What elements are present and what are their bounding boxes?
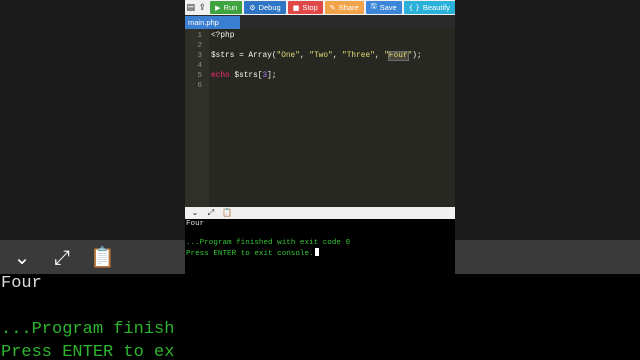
exit-prompt-line: Press ENTER to exit console. [186, 248, 319, 259]
share-button[interactable]: ✎ Share [324, 1, 364, 14]
exit-status-text: ...Program finished with exit code 0 [186, 239, 351, 247]
line-number: 6 [197, 82, 202, 90]
beautify-label: Beautify [422, 3, 450, 12]
save-button[interactable]: 🖫 Save [365, 1, 402, 14]
code-line-1: <?php [211, 31, 234, 41]
toolbar: ▤ ⇪ ▶ Run ⚙ Debug ■ Stop ✎ Share 🖫 Save … [185, 0, 455, 15]
online-ide: ▤ ⇪ ▶ Run ⚙ Debug ■ Stop ✎ Share 🖫 Save … [185, 0, 455, 360]
run-label: Run [223, 3, 238, 12]
upload-icon[interactable]: ⇪ [197, 0, 209, 15]
run-button[interactable]: ▶ Run [210, 1, 243, 14]
backdrop-finished-text: ...Program finish [1, 320, 175, 339]
save-label: Save [379, 3, 397, 12]
clipboard-icon[interactable]: 📋 [221, 207, 233, 219]
php-open-tag: <?php [211, 32, 235, 40]
share-label: Share [338, 3, 359, 12]
separator: , [374, 52, 385, 60]
chevron-down-icon[interactable]: ⌄ [189, 207, 201, 219]
save-icon: 🖫 [370, 2, 377, 10]
backdrop-output-text: Four [1, 274, 42, 293]
line-number: 3 [197, 52, 202, 60]
file-tab-bar: main.php [185, 15, 455, 29]
backdrop-prompt-text: Press ENTER to ex [1, 343, 175, 360]
debug-label: Debug [258, 3, 281, 12]
string-one: "One" [276, 52, 300, 60]
debug-button[interactable]: ⚙ Debug [244, 1, 286, 14]
array-assignment: $strs = Array( [211, 52, 277, 60]
code-line-5: echo $strs[3]; [211, 71, 277, 81]
tab-main-php[interactable]: main.php [185, 16, 240, 29]
expand-icon: ⤢ [54, 245, 70, 269]
stop-label: Stop [302, 3, 318, 12]
file-icon[interactable]: ▤ [185, 0, 197, 15]
output-console[interactable]: Four ...Program finished with exit code … [185, 219, 455, 360]
share-icon: ✎ [329, 3, 336, 12]
line-number: 2 [197, 42, 202, 50]
line-number-gutter: 1 2 3 4 5 6 [185, 29, 209, 207]
text-cursor [314, 248, 319, 256]
braces-icon: { } [408, 3, 420, 12]
string-four-selected: Four [387, 51, 409, 61]
access-close: ]; [267, 72, 277, 80]
separator: , [332, 52, 343, 60]
clipboard-icon: 📋 [90, 245, 115, 269]
line-number: 5 [197, 72, 202, 80]
exit-prompt-text: Press ENTER to exit console. [186, 250, 314, 258]
bug-icon: ⚙ [249, 3, 256, 12]
stop-button[interactable]: ■ Stop [287, 1, 323, 14]
string-two: "Two" [309, 52, 333, 60]
console-split-bar[interactable]: ⌄ ⤢ 📋 [185, 207, 455, 219]
separator: , [299, 52, 310, 60]
array-access: $strs[ [229, 72, 263, 80]
play-icon: ▶ [215, 3, 221, 12]
code-line-3: $strs = Array("One", "Two", "Three", "Fo… [211, 51, 422, 61]
array-close: ); [412, 52, 422, 60]
line-number: 1 [197, 32, 202, 40]
line-number: 4 [197, 62, 202, 70]
stop-icon: ■ [292, 3, 300, 12]
string-three: "Three" [342, 52, 375, 60]
expand-icon[interactable]: ⤢ [205, 207, 217, 219]
code-editor[interactable]: 1 2 3 4 5 6 <?php $strs = Array("One", "… [185, 29, 455, 207]
echo-keyword: echo [211, 72, 230, 80]
chevron-down-icon: ⌄ [13, 245, 31, 269]
program-output: Four [186, 220, 205, 228]
beautify-button[interactable]: { } Beautify [403, 1, 455, 14]
